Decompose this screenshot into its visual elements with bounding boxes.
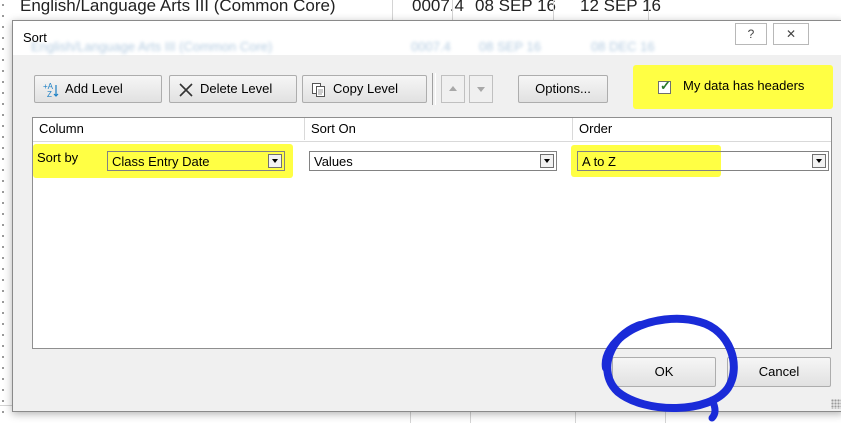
resize-grip[interactable] <box>831 399 841 409</box>
sheet-gridline <box>648 0 649 20</box>
options-label: Options... <box>535 81 591 96</box>
headers-checkbox[interactable]: ✓ <box>658 78 671 94</box>
close-icon: ✕ <box>785 27 797 41</box>
close-button[interactable]: ✕ <box>773 23 809 45</box>
move-down-button[interactable] <box>469 75 493 103</box>
toolbar-separator <box>432 73 436 105</box>
delete-x-icon <box>179 83 193 97</box>
sheet-cell-start: 08 SEP 16 <box>475 0 556 15</box>
sheet-cell-section: 0007.4 <box>412 0 464 15</box>
grid-header-row: Column Sort On Order <box>33 118 831 142</box>
order-select[interactable]: A to Z <box>577 151 829 171</box>
copy-icon <box>312 83 325 97</box>
sheet-row-markers <box>0 0 6 422</box>
copy-level-label: Copy Level <box>333 81 399 96</box>
cancel-label: Cancel <box>758 364 800 379</box>
help-button[interactable]: ? <box>735 23 767 45</box>
chevron-down-icon[interactable] <box>268 154 282 168</box>
delete-level-button[interactable]: Delete Level <box>169 75 297 103</box>
sort-toolbar: +A Z Add Level Delete Level Copy Level O… <box>13 61 841 109</box>
order-select-value: A to Z <box>582 154 616 169</box>
move-up-icon <box>449 86 457 91</box>
sheet-gridline <box>553 0 554 20</box>
copy-level-button[interactable]: Copy Level <box>302 75 427 103</box>
sort-levels-grid: Column Sort On Order Sort by Class Entry… <box>32 117 832 349</box>
ok-label: OK <box>654 364 674 379</box>
headers-checkbox-label[interactable]: My data has headers <box>683 78 804 93</box>
dialog-title: Sort <box>23 30 47 45</box>
sort-on-select-value: Values <box>314 154 353 169</box>
sheet-cell-course: English/Language Arts III (Common Core) <box>20 0 336 15</box>
move-down-icon <box>477 87 485 92</box>
options-button[interactable]: Options... <box>518 75 608 103</box>
add-level-icon: +A Z <box>43 82 59 98</box>
sheet-gridline <box>392 0 393 20</box>
sort-on-select[interactable]: Values <box>309 151 557 171</box>
cancel-button[interactable]: Cancel <box>727 357 831 387</box>
svg-text:Z: Z <box>47 90 52 98</box>
ok-button[interactable]: OK <box>612 357 716 387</box>
sheet-gridline <box>452 0 453 20</box>
order-header: Order <box>579 121 613 136</box>
dialog-titlebar[interactable]: English/Language Arts III (Common Core) … <box>13 21 841 55</box>
delete-level-label: Delete Level <box>200 81 273 96</box>
move-up-button[interactable] <box>441 75 465 103</box>
add-level-button[interactable]: +A Z Add Level <box>34 75 162 103</box>
sort-on-header: Sort On <box>305 118 573 140</box>
column-select[interactable]: Class Entry Date <box>107 151 285 171</box>
add-level-label: Add Level <box>65 81 123 96</box>
column-select-value: Class Entry Date <box>112 154 210 169</box>
check-mark-icon: ✓ <box>660 78 671 93</box>
chevron-down-icon[interactable] <box>540 154 554 168</box>
chevron-down-icon[interactable] <box>812 154 826 168</box>
column-header: Column <box>33 118 305 140</box>
sort-by-label: Sort by <box>37 150 79 165</box>
sort-dialog: English/Language Arts III (Common Core) … <box>12 20 841 412</box>
